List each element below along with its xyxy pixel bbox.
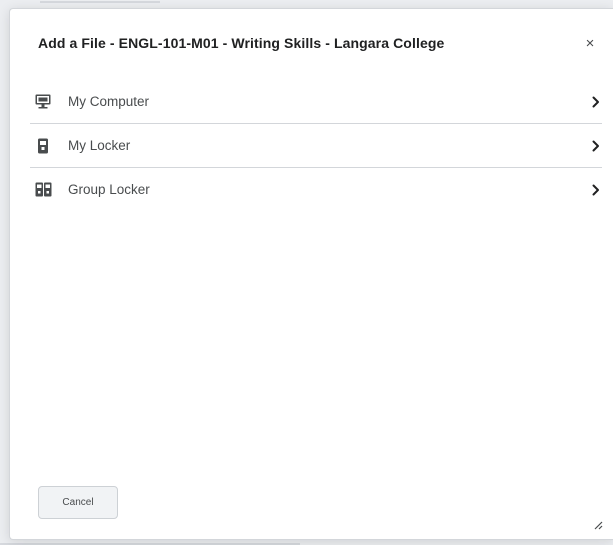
- close-icon: ×: [585, 34, 595, 52]
- chevron-right-icon: [590, 95, 602, 109]
- computer-icon: [34, 93, 52, 111]
- source-item-my-computer[interactable]: My Computer: [30, 80, 602, 124]
- source-label: My Locker: [68, 138, 131, 153]
- source-item-group-locker[interactable]: Group Locker: [30, 168, 602, 211]
- file-source-list: My Computer My Locker Group Locker: [30, 80, 602, 211]
- source-label: My Computer: [68, 94, 150, 109]
- group-locker-icon: [34, 181, 52, 199]
- source-item-my-locker[interactable]: My Locker: [30, 124, 602, 168]
- chevron-right-icon: [590, 183, 602, 197]
- source-label: Group Locker: [68, 182, 150, 197]
- dialog-title: Add a File - ENGL-101-M01 - Writing Skil…: [38, 35, 445, 51]
- cancel-button[interactable]: Cancel: [38, 486, 118, 519]
- chevron-right-icon: [590, 139, 602, 153]
- background-content: [40, 1, 160, 3]
- add-file-dialog: Add a File - ENGL-101-M01 - Writing Skil…: [9, 8, 613, 540]
- resize-handle-icon[interactable]: [591, 517, 603, 530]
- close-button[interactable]: ×: [581, 34, 599, 52]
- locker-icon: [34, 137, 52, 155]
